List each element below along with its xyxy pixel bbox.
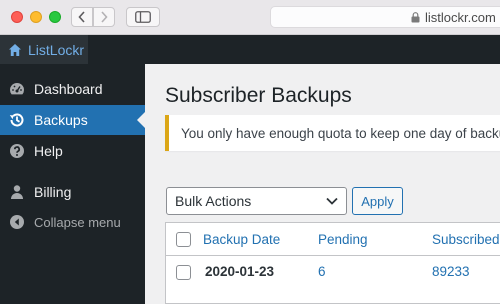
menu-label-billing: Billing	[34, 184, 72, 200]
site-home-link[interactable]: ListLockr	[0, 35, 88, 64]
select-all-checkbox[interactable]	[176, 232, 191, 247]
menu-item-backups[interactable]: Backups	[0, 105, 145, 135]
row-checkbox[interactable]	[176, 265, 191, 280]
menu-item-billing[interactable]: Billing	[0, 177, 145, 207]
table-row: 2020-01-23 6 89233	[166, 256, 500, 289]
minimize-window-button[interactable]	[30, 11, 42, 23]
menu-item-help[interactable]: Help	[0, 136, 145, 166]
site-name: ListLockr	[28, 41, 85, 58]
menu-label-backups: Backups	[34, 112, 88, 128]
quota-notice: You only have enough quota to keep one d…	[165, 115, 500, 151]
backup-date-cell: 2020-01-23	[205, 264, 275, 279]
menu-label-dashboard: Dashboard	[34, 81, 103, 97]
user-icon	[9, 184, 25, 200]
chevron-left-icon	[78, 11, 85, 23]
sidebar-toggle-button[interactable]	[126, 7, 160, 27]
apply-button[interactable]: Apply	[352, 187, 403, 215]
backups-table: Backup Date Pending Subscribed 2020-01-2…	[165, 222, 500, 304]
collapse-menu-button[interactable]: Collapse menu	[0, 207, 145, 237]
admin-menu: Dashboard Backups Help Billing Collapse …	[0, 64, 145, 304]
dashboard-icon	[9, 81, 25, 97]
browser-toolbar: listlockr.com	[0, 0, 500, 35]
pending-count-link[interactable]: 6	[318, 264, 326, 279]
chevron-right-icon	[101, 11, 108, 23]
admin-bar: ListLockr	[0, 35, 500, 64]
backup-history-icon	[9, 112, 25, 128]
url-text: listlockr.com	[425, 9, 496, 25]
table-header: Backup Date Pending Subscribed	[166, 223, 500, 256]
home-icon	[9, 43, 21, 56]
menu-label-help: Help	[34, 143, 63, 159]
bulk-actions-value: Bulk Actions	[175, 193, 252, 209]
forward-button[interactable]	[93, 7, 115, 27]
column-header-backup-date[interactable]: Backup Date	[203, 232, 280, 247]
main-content: Subscriber Backups You only have enough …	[145, 64, 500, 304]
lock-icon	[411, 11, 420, 22]
back-button[interactable]	[71, 7, 93, 27]
address-bar[interactable]: listlockr.com	[270, 6, 500, 28]
column-header-pending[interactable]: Pending	[318, 232, 368, 247]
close-window-button[interactable]	[11, 11, 23, 23]
notice-text: You only have enough quota to keep one d…	[181, 125, 500, 141]
zoom-window-button[interactable]	[49, 11, 61, 23]
collapse-menu-label: Collapse menu	[34, 214, 121, 230]
collapse-icon	[9, 214, 25, 230]
page-title: Subscriber Backups	[165, 84, 352, 107]
subscribed-count-link[interactable]: 89233	[432, 264, 470, 279]
bulk-actions-select[interactable]: Bulk Actions	[166, 187, 347, 215]
sidebar-toggle-icon	[135, 11, 151, 23]
help-icon	[9, 143, 25, 159]
column-header-subscribed[interactable]: Subscribed	[432, 232, 500, 247]
menu-item-dashboard[interactable]: Dashboard	[0, 74, 145, 104]
chevron-down-icon	[326, 197, 338, 205]
